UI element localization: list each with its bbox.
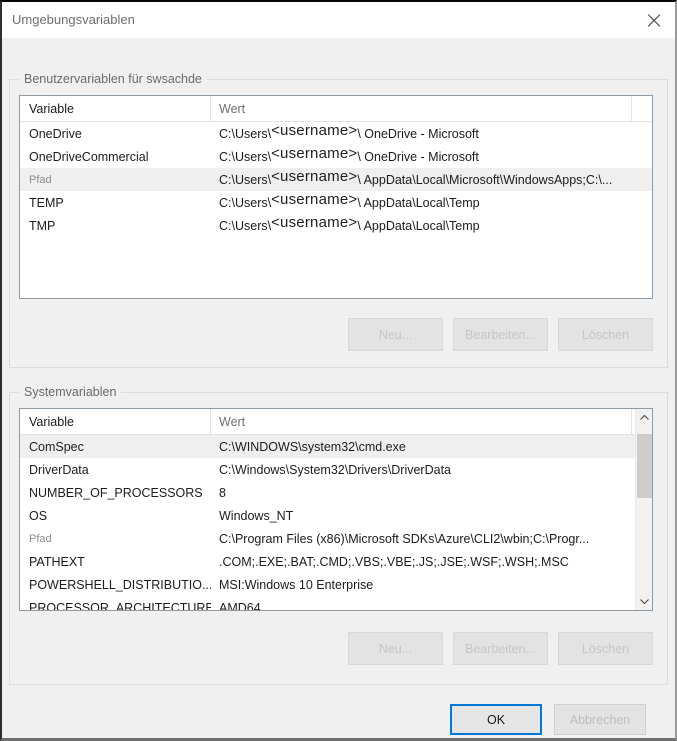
ok-button[interactable]: OK — [450, 704, 542, 735]
redacted-username: <username> — [271, 194, 357, 208]
path-prefix: C:\Users\ — [219, 173, 271, 187]
variable-name-cell: Pfad — [20, 174, 211, 186]
variable-value-cell: C:\Users\<username>\ OneDrive - Microsof… — [211, 125, 652, 142]
path-suffix: \ AppData\Local\Temp — [357, 219, 479, 233]
new-system-variable-button[interactable]: Neu... — [348, 632, 443, 665]
table-row-selected[interactable]: Pfad C:\Users\<username>\ AppData\Local\… — [20, 168, 652, 191]
variable-value-cell: C:\Users\<username>\ AppData\Local\Temp — [211, 194, 652, 211]
user-variables-group-label: Benutzervariablen für swsachde — [19, 72, 207, 87]
table-row[interactable]: TEMP C:\Users\<username>\ AppData\Local\… — [20, 191, 652, 214]
cancel-button[interactable]: Abbrechen — [554, 704, 646, 735]
path-prefix: C:\Users\ — [219, 150, 271, 164]
variable-value-cell: AMD64 — [211, 601, 636, 612]
variable-name-cell: OneDrive — [20, 127, 211, 141]
column-header-wert[interactable]: Wert — [211, 409, 632, 434]
redacted-username: <username> — [271, 125, 357, 139]
path-suffix: \ OneDrive - Microsoft — [357, 127, 479, 141]
table-row[interactable]: NUMBER_OF_PROCESSORS 8 — [20, 481, 636, 504]
titlebar: Umgebungsvariablen × — [2, 2, 675, 38]
table-row[interactable]: TMP C:\Users\<username>\ AppData\Local\T… — [20, 214, 652, 237]
variable-name-cell: TMP — [20, 219, 211, 233]
path-prefix: C:\Users\ — [219, 196, 271, 210]
path-suffix: \ OneDrive - Microsoft — [357, 150, 479, 164]
column-header-wert[interactable]: Wert — [211, 96, 632, 121]
user-table-header: Variable Wert — [20, 96, 652, 122]
table-row[interactable]: PATHEXT .COM;.EXE;.BAT;.CMD;.VBS;.VBE;.J… — [20, 550, 636, 573]
variable-name-cell: POWERSHELL_DISTRIBUTIO... — [20, 578, 211, 592]
variable-name-cell: DriverData — [20, 463, 211, 477]
variable-value-cell: Windows_NT — [211, 509, 636, 523]
variable-name-cell: PROCESSOR_ARCHITECTURE — [20, 601, 211, 612]
close-icon: × — [644, 8, 664, 32]
chevron-up-icon — [640, 415, 649, 420]
variable-name-cell: OS — [20, 509, 211, 523]
redacted-username: <username> — [271, 217, 357, 231]
system-table-header: Variable Wert — [20, 409, 652, 435]
dialog-title: Umgebungsvariablen — [12, 12, 135, 27]
path-prefix: C:\Users\ — [219, 127, 271, 141]
variable-value-cell: .COM;.EXE;.BAT;.CMD;.VBS;.VBE;.JS;.JSE;.… — [211, 555, 636, 569]
variable-name-cell: NUMBER_OF_PROCESSORS — [20, 486, 211, 500]
vertical-scrollbar[interactable] — [635, 409, 652, 610]
variable-value-cell: C:\Users\<username>\ OneDrive - Microsof… — [211, 148, 652, 165]
delete-system-variable-button[interactable]: Löschen — [558, 632, 653, 665]
variable-value-cell: C:\Windows\System32\Drivers\DriverData — [211, 463, 636, 477]
table-row[interactable]: Pfad C:\Program Files (x86)\Microsoft SD… — [20, 527, 636, 550]
variable-name-cell: PATHEXT — [20, 555, 211, 569]
scroll-down-button[interactable] — [636, 593, 653, 610]
path-suffix: \ AppData\Local\Microsoft\WindowsApps;C:… — [357, 173, 612, 187]
table-row[interactable]: OneDrive C:\Users\<username>\ OneDrive -… — [20, 122, 652, 145]
scroll-up-button[interactable] — [636, 409, 653, 426]
redacted-username: <username> — [271, 148, 357, 162]
system-variables-table: Variable Wert ComSpec C:\WINDOWS\system3… — [19, 408, 653, 611]
edit-system-variable-button[interactable]: Bearbeiten... — [453, 632, 548, 665]
variable-value-cell: 8 — [211, 486, 636, 500]
delete-user-variable-button[interactable]: Löschen — [558, 318, 653, 351]
variable-value-cell: C:\WINDOWS\system32\cmd.exe — [211, 440, 636, 454]
user-variables-table: Variable Wert OneDrive C:\Users\<usernam… — [19, 95, 653, 299]
user-variables-group: Benutzervariablen für swsachde Variable … — [9, 79, 668, 368]
variable-name-cell: TEMP — [20, 196, 211, 210]
table-row-selected[interactable]: ComSpec C:\WINDOWS\system32\cmd.exe — [20, 435, 636, 458]
table-row[interactable]: POWERSHELL_DISTRIBUTIO... MSI:Windows 10… — [20, 573, 636, 596]
scrollbar-thumb[interactable] — [637, 434, 652, 498]
chevron-down-icon — [640, 599, 649, 604]
close-button[interactable]: × — [639, 5, 669, 35]
system-variables-group: Systemvariablen Variable Wert ComSpec C:… — [9, 392, 668, 685]
environment-variables-dialog: Umgebungsvariablen × Benutzervariablen f… — [0, 0, 677, 741]
path-prefix: C:\Users\ — [219, 219, 271, 233]
table-row[interactable]: PROCESSOR_ARCHITECTURE AMD64 — [20, 596, 636, 611]
variable-value-cell: C:\Program Files (x86)\Microsoft SDKs\Az… — [211, 532, 636, 546]
variable-name-cell: OneDriveCommercial — [20, 150, 211, 164]
variable-name-cell: ComSpec — [20, 440, 211, 454]
edit-user-variable-button[interactable]: Bearbeiten... — [453, 318, 548, 351]
variable-name-cell: Pfad — [20, 533, 211, 545]
variable-value-cell: MSI:Windows 10 Enterprise — [211, 578, 636, 592]
column-header-variable[interactable]: Variable — [20, 96, 211, 121]
variable-value-cell: C:\Users\<username>\ AppData\Local\Micro… — [211, 171, 652, 188]
system-table-rows: Variable Wert ComSpec C:\WINDOWS\system3… — [20, 409, 652, 611]
table-row[interactable]: OS Windows_NT — [20, 504, 636, 527]
table-row[interactable]: DriverData C:\Windows\System32\Drivers\D… — [20, 458, 636, 481]
new-user-variable-button[interactable]: Neu... — [348, 318, 443, 351]
path-suffix: \ AppData\Local\Temp — [357, 196, 479, 210]
column-header-variable[interactable]: Variable — [20, 409, 211, 434]
table-row[interactable]: OneDriveCommercial C:\Users\<username>\ … — [20, 145, 652, 168]
variable-value-cell: C:\Users\<username>\ AppData\Local\Temp — [211, 217, 652, 234]
redacted-username: <username> — [271, 171, 357, 185]
system-variables-group-label: Systemvariablen — [19, 385, 121, 400]
